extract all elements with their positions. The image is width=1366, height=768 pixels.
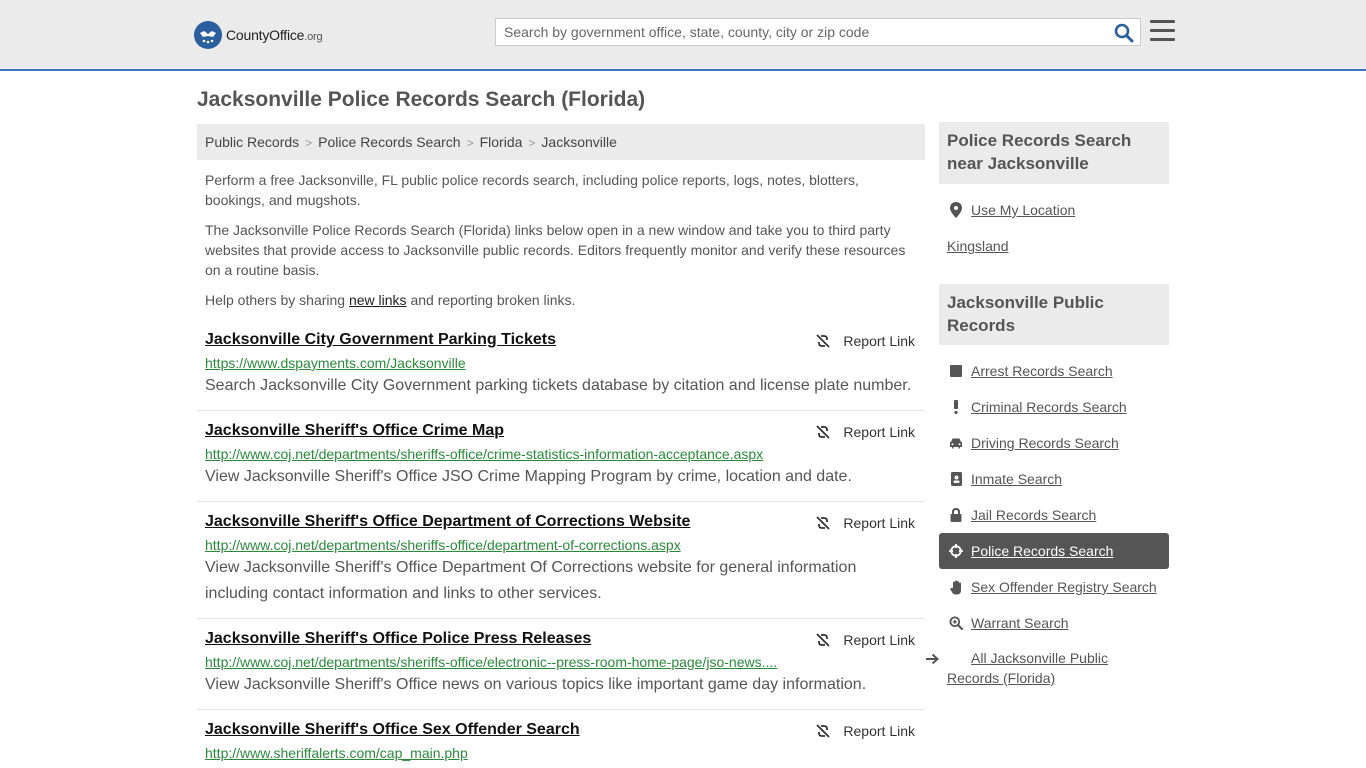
breadcrumb: Public Records > Police Records Search > Flo… [197,124,925,160]
result-item: Jacksonville Sheriff's Office Department… [197,513,925,619]
exclamation-icon [949,399,963,415]
logo-wordmark: CountyOffice.org [226,27,323,43]
breadcrumb-public-records[interactable]: Public Records [205,134,299,150]
result-description: View Jacksonville Sheriff's Office Depar… [205,559,857,602]
report-link-button[interactable]: Report Link [815,515,915,531]
result-item: Jacksonville City Government Parking Tic… [197,331,925,411]
result-title-link[interactable]: Jacksonville Sheriff's Office Crime Map [205,422,917,440]
sidebar-link[interactable]: Warrant Search [971,615,1069,631]
sidebar-heading-near: Police Records Search near Jacksonville [939,122,1169,184]
site-header: CountyOffice.org [0,0,1366,71]
broken-link-icon [816,334,831,348]
arrow-right-icon [925,650,939,670]
chevron-right-icon: > [305,136,313,150]
search-input[interactable] [496,19,1106,45]
result-title-link[interactable]: Jacksonville Sheriff's Office Department… [205,513,917,531]
nearby-city-item[interactable]: Kingsland [939,228,1169,264]
sidebar-item-police-records[interactable]: Police Records Search [939,533,1169,569]
sidebar-item-arrest-records[interactable]: Arrest Records Search [939,353,1169,389]
sidebar-item-sex-offender-registry[interactable]: Sex Offender Registry Search [939,569,1169,605]
square-icon [949,363,963,379]
car-icon [949,435,963,451]
sidebar-link[interactable]: Jail Records Search [971,507,1096,523]
sidebar-item-all-public-records[interactable]: All Jacksonville Public Records (Florida… [926,648,1169,690]
result-title-link[interactable]: Jacksonville City Government Parking Tic… [205,331,917,349]
sidebar-link[interactable]: Arrest Records Search [971,363,1113,379]
result-title-link[interactable]: Jacksonville Sheriff's Office Police Pre… [205,630,917,648]
sidebar-heading-public-records: Jacksonville Public Records [939,284,1169,345]
sidebar-link[interactable]: Police Records Search [971,543,1113,559]
seal-logo-icon [194,21,222,49]
report-link-button[interactable]: Report Link [815,723,915,739]
crosshairs-icon [949,543,963,559]
result-description: Search Jacksonville City Government park… [205,377,912,394]
sidebar-link[interactable]: Sex Offender Registry Search [971,579,1157,595]
intro-paragraph-1: Perform a free Jacksonville, FL public p… [205,172,859,208]
result-url[interactable]: https://www.dspayments.com/Jacksonville [205,355,917,371]
new-links-link[interactable]: new links [349,292,407,308]
result-description: View Jacksonville Sheriff's Office news … [205,676,867,693]
page-title: Jacksonville Police Records Search (Flor… [197,88,646,111]
breadcrumb-jacksonville[interactable]: Jacksonville [541,134,616,150]
map-marker-icon [949,202,963,218]
sidebar-item-jail-records[interactable]: Jail Records Search [939,497,1169,533]
sidebar-link[interactable]: Driving Records Search [971,435,1119,451]
sidebar-link[interactable]: Inmate Search [971,471,1062,487]
hand-icon [949,579,963,595]
report-link-button[interactable]: Report Link [815,333,915,349]
nearby-city-kingsland-link[interactable]: Kingsland [947,238,1009,254]
search-bar [495,18,1141,46]
hamburger-menu-icon[interactable] [1150,20,1175,42]
chevron-right-icon: > [528,136,536,150]
result-url[interactable]: http://www.coj.net/departments/sheriffs-… [205,537,917,553]
all-public-records-link[interactable]: All Jacksonville Public Records (Florida… [926,648,1137,688]
result-item: Jacksonville Sheriff's Office Police Pre… [197,630,925,710]
result-item: Jacksonville Sheriff's Office Sex Offend… [197,721,925,768]
result-title-link[interactable]: Jacksonville Sheriff's Office Sex Offend… [205,721,917,739]
report-link-button[interactable]: Report Link [815,424,915,440]
result-url[interactable]: http://www.coj.net/departments/sheriffs-… [205,654,917,670]
result-url[interactable]: http://www.coj.net/departments/sheriffs-… [205,446,917,462]
breadcrumb-police-records-search[interactable]: Police Records Search [318,134,460,150]
site-logo[interactable]: CountyOffice.org [194,21,323,49]
sidebar-item-driving-records[interactable]: Driving Records Search [939,425,1169,461]
broken-link-icon [816,425,831,439]
intro-paragraph-2: The Jacksonville Police Records Search (… [205,222,906,278]
sidebar-item-inmate-search[interactable]: Inmate Search [939,461,1169,497]
chevron-right-icon: > [466,136,474,150]
result-item: Jacksonville Sheriff's Office Crime Map … [197,422,925,502]
sidebar-item-warrant-search[interactable]: Warrant Search [939,605,1169,641]
broken-link-icon [816,516,831,530]
report-link-button[interactable]: Report Link [815,632,915,648]
id-badge-icon [949,471,963,487]
lock-icon [949,507,963,523]
broken-link-icon [816,633,831,647]
result-url[interactable]: http://www.sheriffalerts.com/cap_main.ph… [205,745,917,761]
search-icon[interactable] [1114,23,1134,43]
sidebar-item-criminal-records[interactable]: Criminal Records Search [939,389,1169,425]
broken-link-icon [816,724,831,738]
intro-paragraph-3: Help others by sharing new links and rep… [205,292,576,308]
use-my-location-link[interactable]: Use My Location [971,202,1075,218]
magnify-icon [949,615,963,631]
use-my-location-item[interactable]: Use My Location [939,192,1169,228]
breadcrumb-florida[interactable]: Florida [480,134,523,150]
sidebar-link[interactable]: Criminal Records Search [971,399,1127,415]
result-description: View Jacksonville Sheriff's Office JSO C… [205,468,852,485]
